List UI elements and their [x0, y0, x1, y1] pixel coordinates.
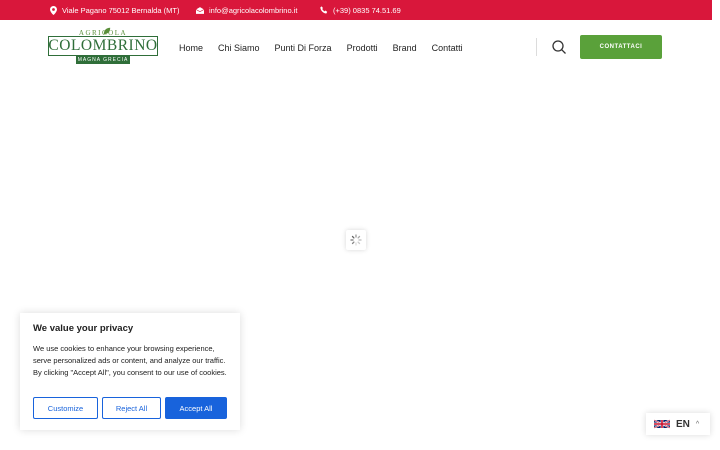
nav-item-prodotti[interactable]: Prodotti [347, 43, 378, 53]
accept-all-button[interactable]: Accept All [165, 397, 227, 419]
page-loader [346, 230, 366, 250]
chevron-up-icon: ^ [695, 420, 700, 428]
customize-button[interactable]: Customize [33, 397, 98, 419]
search-icon[interactable] [551, 39, 567, 55]
phone-item[interactable]: (+39) 0835 74.51.69 [320, 0, 401, 20]
logo-subtitle: MAGNA GRECIA [76, 56, 130, 64]
cookie-title: We value your privacy [33, 323, 134, 334]
phone-link[interactable]: (+39) 0835 74.51.69 [333, 6, 401, 15]
contattaci-button[interactable]: CONTATTACI [580, 35, 662, 59]
logo-name: COLOMBRINO [48, 36, 158, 56]
language-switcher[interactable]: EN ^ [646, 413, 710, 435]
address-item: Viale Pagano 75012 Bernalda (MT) [50, 0, 179, 20]
cookie-text: We use cookies to enhance your browsing … [33, 344, 227, 377]
location-pin-icon [50, 5, 57, 15]
cookie-consent-banner: We value your privacy We use cookies to … [20, 313, 240, 430]
uk-flag-icon [654, 419, 670, 429]
top-info-bar: Viale Pagano 75012 Bernalda (MT) info@ag… [0, 0, 712, 20]
phone-icon [320, 6, 328, 14]
email-link[interactable]: info@agricolacolombrino.it [209, 6, 298, 15]
nav-item-chi-siamo[interactable]: Chi Siamo [218, 43, 260, 53]
reject-all-button[interactable]: Reject All [102, 397, 161, 419]
nav-item-contatti[interactable]: Contatti [432, 43, 463, 53]
header-divider [536, 38, 537, 56]
main-nav: Home Chi Siamo Punti Di Forza Prodotti B… [179, 20, 463, 75]
leaf-icon [103, 27, 111, 35]
cookie-buttons: Customize Reject All Accept All [33, 397, 227, 419]
site-header: AGRICOLA COLOMBRINO MAGNA GRECIA Home Ch… [0, 20, 712, 75]
language-code: EN [676, 418, 690, 430]
envelope-icon [196, 6, 204, 14]
address-text: Viale Pagano 75012 Bernalda (MT) [62, 5, 180, 15]
site-logo[interactable]: AGRICOLA COLOMBRINO MAGNA GRECIA [48, 27, 158, 65]
nav-item-punti-di-forza[interactable]: Punti Di Forza [275, 43, 332, 53]
nav-item-home[interactable]: Home [179, 43, 203, 53]
nav-item-brand[interactable]: Brand [393, 43, 417, 53]
loading-spinner-icon [350, 234, 362, 246]
email-item[interactable]: info@agricolacolombrino.it [196, 0, 298, 20]
